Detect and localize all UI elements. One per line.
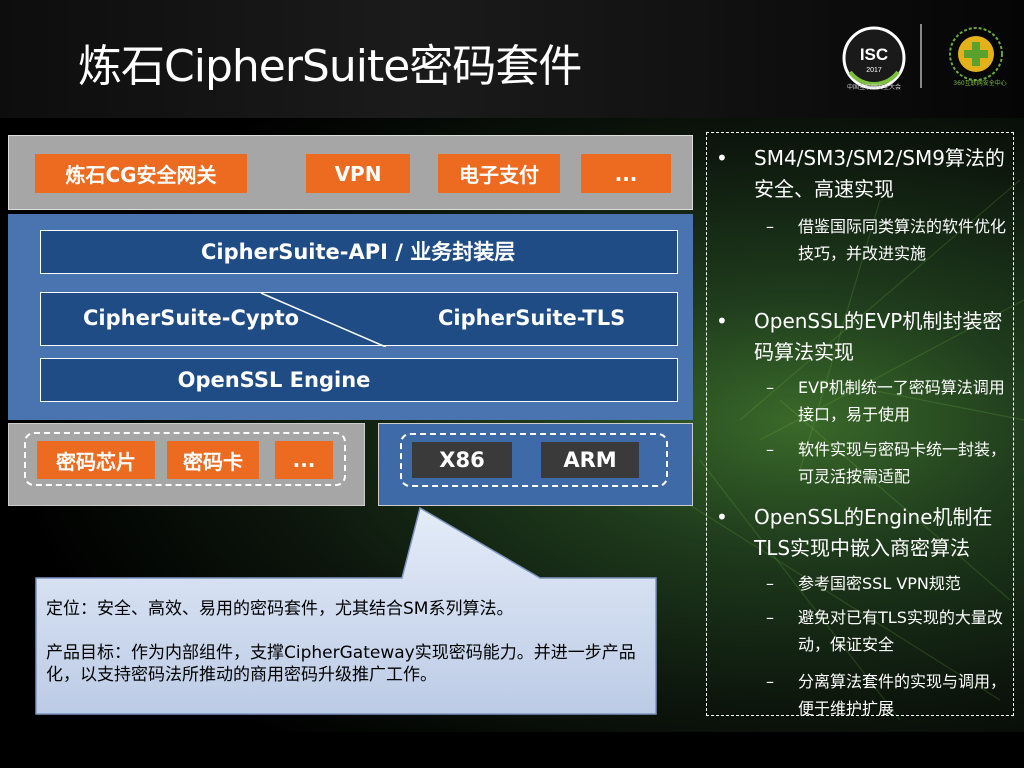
note-3: • OpenSSL的Engine机制在TLS实现中嵌入商密算法: [708, 502, 1008, 564]
note-2-sub-2-text: 软件实现与密码卡统一封装，可灵活按需适配: [798, 440, 1007, 486]
engine-label: OpenSSL Engine: [177, 368, 371, 392]
note-2-sub-1: – EVP机制统一了密码算法调用接口，易于使用: [708, 374, 1008, 428]
note-1: • SM4/SM3/SM2/SM9算法的安全、高速实现: [708, 143, 1008, 205]
sub-bullet: –: [766, 574, 774, 593]
hw-item-card: 密码卡: [167, 441, 259, 479]
hardware-layer: 密码芯片 密码卡 ...: [8, 423, 365, 506]
app-item-gateway: 炼石CG安全网关: [35, 154, 247, 193]
tls-label: CipherSuite-TLS: [438, 306, 626, 330]
note-2-text: OpenSSL的EVP机制封装密码算法实现: [754, 309, 1003, 364]
note-3-sub-2: – 避免对已有TLS实现的大量改动，保证安全: [708, 604, 1008, 658]
sub-bullet: –: [766, 378, 774, 397]
note-1-sub-1-text: 借鉴国际同类算法的软件优化技巧，并改进实施: [798, 217, 1007, 263]
note-3-sub-3-text: 分离算法套件的实现与调用，便于维护扩展: [798, 672, 1007, 718]
architecture-layer: X86 ARM: [378, 423, 693, 506]
api-layer-box: CipherSuite-API / 业务封装层: [40, 230, 678, 274]
app-item-vpn: VPN: [306, 154, 410, 193]
bullet: •: [716, 505, 728, 529]
callout-goal: 产品目标：作为内部组件，支撑CipherGateway实现密码能力。并进一步产品…: [46, 643, 636, 685]
note-2-sub-2: – 软件实现与密码卡统一封装，可灵活按需适配: [708, 436, 1008, 490]
application-layer: 炼石CG安全网关 VPN 电子支付 ...: [8, 135, 693, 210]
app-item-more: ...: [581, 154, 671, 193]
logo-divider: [920, 24, 922, 88]
hw-item-chip: 密码芯片: [37, 441, 155, 479]
sub-bullet: –: [766, 440, 774, 459]
org-caption: 360互联网安全中心: [953, 80, 1007, 87]
crypto-tls-box: CipherSuite-Cypto CipherSuite-TLS: [40, 292, 678, 347]
sub-bullet: –: [766, 608, 774, 627]
bottom-bar: [0, 732, 1024, 768]
sub-bullet: –: [766, 217, 774, 236]
callout-positioning: 定位：安全、高效、易用的密码套件，尤其结合SM系列算法。: [46, 599, 514, 619]
isc-caption: 中国互联网安全大会: [846, 84, 901, 91]
isc-logo-text: ISC: [860, 45, 888, 64]
note-1-sub-1: – 借鉴国际同类算法的软件优化技巧，并改进实施: [708, 213, 1008, 267]
isc-logo-year: 2017: [866, 67, 882, 74]
app-item-payment: 电子支付: [438, 154, 560, 193]
note-3-sub-1: – 参考国密SSL VPN规范: [708, 570, 1008, 597]
crypto-label: CipherSuite-Cypto: [83, 306, 300, 330]
api-layer-label: CipherSuite-API / 业务封装层: [201, 240, 516, 264]
note-2-sub-1-text: EVP机制统一了密码算法调用接口，易于使用: [798, 378, 1005, 424]
note-3-text: OpenSSL的Engine机制在TLS实现中嵌入商密算法: [754, 505, 993, 560]
sub-bullet: –: [766, 672, 774, 691]
bullet: •: [716, 309, 728, 333]
note-3-sub-2-text: 避免对已有TLS实现的大量改动，保证安全: [798, 608, 1003, 654]
arch-item-x86: X86: [412, 442, 512, 478]
slide: 炼石CipherSuite密码套件 ISC 2017 中国互联网安全大会 360…: [0, 0, 1024, 768]
openssl-engine-box: OpenSSL Engine: [40, 358, 678, 402]
callout-text: 定位：安全、高效、易用的密码套件，尤其结合SM系列算法。 产品目标：作为内部组件…: [46, 598, 646, 708]
arch-item-arm: ARM: [541, 442, 639, 478]
note-3-sub-1-text: 参考国密SSL VPN规范: [798, 574, 961, 593]
note-3-sub-3: – 分离算法套件的实现与调用，便于维护扩展: [708, 668, 1008, 722]
note-1-text: SM4/SM3/SM2/SM9算法的安全、高速实现: [754, 146, 1005, 201]
ciphersuite-core-layer: CipherSuite-API / 业务封装层 CipherSuite-Cypt…: [8, 214, 693, 420]
note-2: • OpenSSL的EVP机制封装密码算法实现: [708, 306, 1008, 368]
slide-title: 炼石CipherSuite密码套件: [78, 41, 582, 92]
bullet: •: [716, 146, 728, 170]
hw-item-more: ...: [275, 441, 333, 479]
